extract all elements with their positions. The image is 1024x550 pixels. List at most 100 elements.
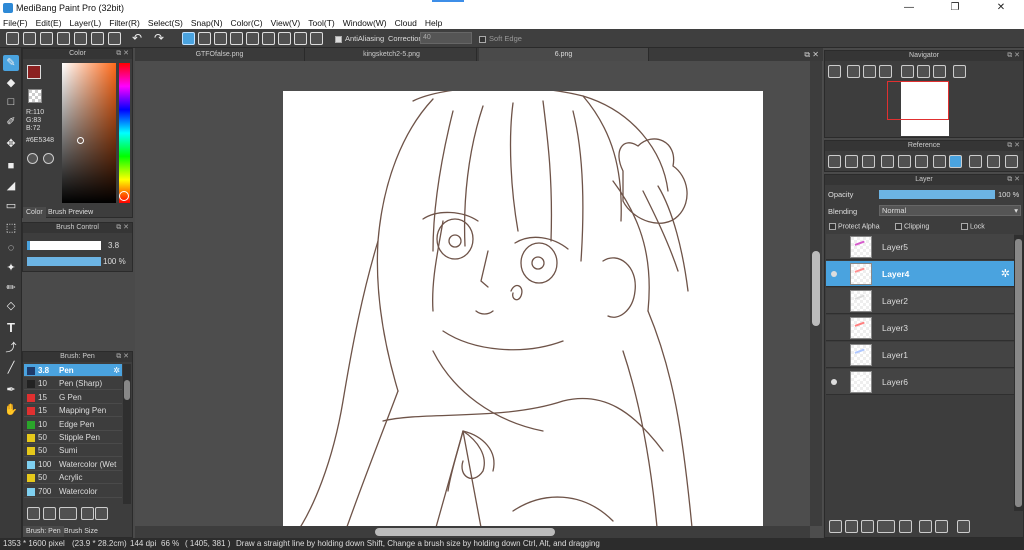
- move-tool-icon[interactable]: ✥: [3, 136, 19, 152]
- panel-icon[interactable]: [108, 32, 121, 45]
- brush-item[interactable]: #1f3b6b3.8 Pen ✲: [24, 364, 122, 377]
- brush-item[interactable]: #7fd0f0700 Watercolor: [24, 484, 122, 498]
- layer-new-icon[interactable]: [829, 520, 842, 533]
- bucket-tool-icon[interactable]: ◢: [3, 178, 19, 194]
- layer-row[interactable]: Layer3: [826, 315, 1014, 341]
- select-tool-icon[interactable]: ⬚: [3, 220, 19, 236]
- correction-select[interactable]: 40: [420, 32, 472, 44]
- brush-item[interactable]: #22222210 Pen (Sharp): [24, 377, 122, 391]
- select-eraser-icon[interactable]: ◇: [3, 298, 19, 314]
- color-mode-icon[interactable]: [43, 153, 54, 164]
- gradient-tool-icon[interactable]: ▭: [3, 198, 19, 214]
- hue-cursor[interactable]: [119, 191, 129, 201]
- maximize-button[interactable]: ❐: [932, 0, 978, 16]
- operation-tool-icon[interactable]: ⤴: [3, 340, 19, 356]
- cloud-icon[interactable]: [6, 32, 19, 45]
- snap-crisscross-icon[interactable]: [230, 32, 243, 45]
- panel-float-icon[interactable]: ⧉ ✕: [1007, 175, 1020, 185]
- text-tool-icon[interactable]: T: [3, 320, 19, 336]
- menu-file[interactable]: File(F): [3, 18, 28, 28]
- ref-rotate-left-icon[interactable]: [969, 155, 982, 168]
- select-pen-icon[interactable]: ✏: [3, 280, 19, 296]
- snap-vanishing-icon[interactable]: [246, 32, 259, 45]
- rotate-reset-icon[interactable]: [917, 65, 930, 78]
- tab-brush-size[interactable]: Brush Size: [61, 526, 101, 537]
- page-icon[interactable]: [74, 32, 87, 45]
- canvas-hscrollbar[interactable]: [135, 526, 810, 538]
- rotate-left-icon[interactable]: [901, 65, 914, 78]
- layer-new-halftone-icon[interactable]: [845, 520, 858, 533]
- ref-hand-icon[interactable]: [949, 155, 962, 168]
- ref-close-icon[interactable]: [862, 155, 875, 168]
- transparent-swatch[interactable]: [28, 89, 42, 103]
- menu-edit[interactable]: Edit(E): [36, 18, 62, 28]
- export-icon[interactable]: [23, 32, 36, 45]
- snap-grid-icon[interactable]: [214, 32, 227, 45]
- brush-size-slider[interactable]: [27, 241, 101, 250]
- gear-icon[interactable]: ✲: [113, 364, 120, 377]
- brush-item[interactable]: #e6c81a50 Stipple Pen: [24, 431, 122, 444]
- ref-rotate-right-icon[interactable]: [1005, 155, 1018, 168]
- brush-item[interactable]: #e6c81a50 Sumi: [24, 444, 122, 458]
- antialias-checkbox[interactable]: [335, 34, 342, 43]
- layer-duplicate-icon[interactable]: [919, 520, 932, 533]
- comment-icon[interactable]: [40, 32, 53, 45]
- snap-parallel-icon[interactable]: [198, 32, 211, 45]
- menu-help[interactable]: Help: [425, 18, 442, 28]
- divide-tool-icon[interactable]: ╱: [3, 360, 19, 376]
- brush-add-icon[interactable]: [27, 507, 40, 520]
- snap-radial-icon[interactable]: [262, 32, 275, 45]
- brush-item[interactable]: #7fd0f0100 Watercolor (Wet: [24, 457, 122, 471]
- eyedropper-tool-icon[interactable]: ✒: [3, 382, 19, 398]
- close-button[interactable]: ✕: [978, 0, 1024, 16]
- hscroll-thumb[interactable]: [375, 528, 555, 536]
- undo-icon[interactable]: ↶: [132, 32, 145, 45]
- flip-icon[interactable]: [953, 65, 966, 78]
- eraser-tool-icon[interactable]: ◆: [3, 75, 19, 91]
- layer-delete-icon[interactable]: [957, 520, 970, 533]
- layer-menu-icon[interactable]: [877, 520, 895, 533]
- brush-opacity-slider[interactable]: [27, 257, 101, 266]
- lasso-tool-icon[interactable]: ◌: [3, 240, 19, 256]
- layer-row[interactable]: Layer6: [826, 369, 1014, 395]
- visibility-eye-icon[interactable]: [831, 379, 837, 385]
- primary-color-swatch[interactable]: [27, 65, 41, 79]
- ref-cloud-icon[interactable]: [828, 155, 841, 168]
- visibility-eye-icon[interactable]: [831, 271, 837, 277]
- brush-item[interactable]: #2aa52a10 Edge Pen: [24, 417, 122, 431]
- snap-circle-icon[interactable]: [278, 32, 291, 45]
- softedge-checkbox[interactable]: [479, 34, 486, 43]
- brush-item[interactable]: #e0303015 Mapping Pen: [24, 404, 122, 418]
- pen-tool-icon[interactable]: ✐: [3, 114, 19, 130]
- panel-float-icon[interactable]: ⧉ ✕: [116, 352, 129, 362]
- panel-float-icon[interactable]: ⧉ ✕: [1007, 51, 1020, 61]
- layer-row[interactable]: Layer1: [826, 342, 1014, 368]
- layer-row[interactable]: Layer2: [826, 288, 1014, 314]
- rectangle-tool-icon[interactable]: □: [3, 94, 19, 110]
- zoom-out-icon[interactable]: [847, 65, 860, 78]
- panel-float-icon[interactable]: ⧉ ✕: [1007, 141, 1020, 151]
- canvas-area[interactable]: [135, 61, 823, 538]
- ref-zoom-in-icon[interactable]: [881, 155, 894, 168]
- brush-tool-icon[interactable]: ✎: [3, 55, 19, 71]
- rotate-right-icon[interactable]: [933, 65, 946, 78]
- saturation-value-picker[interactable]: [62, 63, 116, 203]
- visibility-eye-icon[interactable]: [831, 298, 837, 304]
- brush-menu-icon[interactable]: [59, 507, 77, 520]
- gear-icon[interactable]: ✲: [1001, 267, 1010, 280]
- ref-open-icon[interactable]: [845, 155, 858, 168]
- brush-item[interactable]: #e0303015 G Pen: [24, 390, 122, 404]
- fill-rect-tool-icon[interactable]: ■: [3, 158, 19, 174]
- tab-kingsketch[interactable]: kingsketch2-5.png: [307, 48, 477, 61]
- layer-row[interactable]: Layer4 ✲: [826, 261, 1014, 287]
- fit-icon[interactable]: [863, 65, 876, 78]
- menu-tool[interactable]: Tool(T): [308, 18, 334, 28]
- navigator-preview[interactable]: [887, 81, 949, 136]
- ref-rotate-reset-icon[interactable]: [987, 155, 1000, 168]
- brush-settings-icon[interactable]: [81, 507, 94, 520]
- menu-color[interactable]: Color(C): [231, 18, 263, 28]
- redo-icon[interactable]: ↷: [154, 32, 167, 45]
- menu-filter[interactable]: Filter(R): [109, 18, 140, 28]
- actual-size-icon[interactable]: [879, 65, 892, 78]
- palette-icon[interactable]: [27, 153, 38, 164]
